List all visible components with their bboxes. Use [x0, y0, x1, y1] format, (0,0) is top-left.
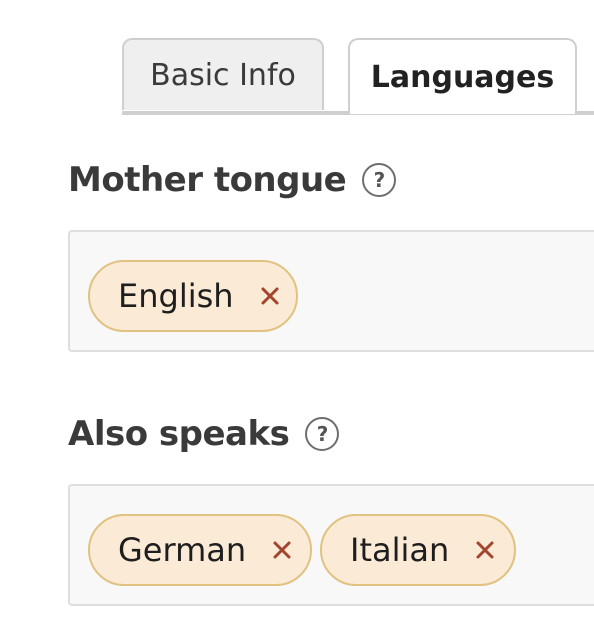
- language-token-english: English: [88, 260, 298, 332]
- tab-bar: Basic Info Languages: [122, 38, 594, 116]
- also-speaks-heading: Also speaks ?: [68, 414, 340, 454]
- tab-languages-label: Languages: [370, 59, 555, 95]
- also-speaks-field[interactable]: German Italian: [68, 484, 594, 606]
- tab-basic-info-label: Basic Info: [150, 57, 296, 93]
- mother-tongue-field[interactable]: English: [68, 230, 594, 352]
- tab-languages[interactable]: Languages: [348, 38, 577, 114]
- tab-basic-info[interactable]: Basic Info: [122, 38, 324, 110]
- token-label: Italian: [350, 531, 450, 569]
- token-label: English: [118, 277, 234, 315]
- also-speaks-label: Also speaks: [68, 414, 290, 454]
- close-x-icon[interactable]: [258, 284, 282, 308]
- mother-tongue-heading: Mother tongue ?: [68, 160, 397, 200]
- token-label: German: [118, 531, 247, 569]
- language-token-italian: Italian: [320, 514, 516, 586]
- mother-tongue-label: Mother tongue: [68, 160, 347, 200]
- close-x-icon[interactable]: [473, 538, 497, 562]
- close-x-icon[interactable]: [270, 538, 294, 562]
- question-circle-icon[interactable]: ?: [362, 163, 397, 197]
- language-settings-page: Basic Info Languages Mother tongue ? Eng…: [0, 0, 594, 630]
- question-circle-icon[interactable]: ?: [305, 417, 340, 451]
- language-token-german: German: [88, 514, 312, 586]
